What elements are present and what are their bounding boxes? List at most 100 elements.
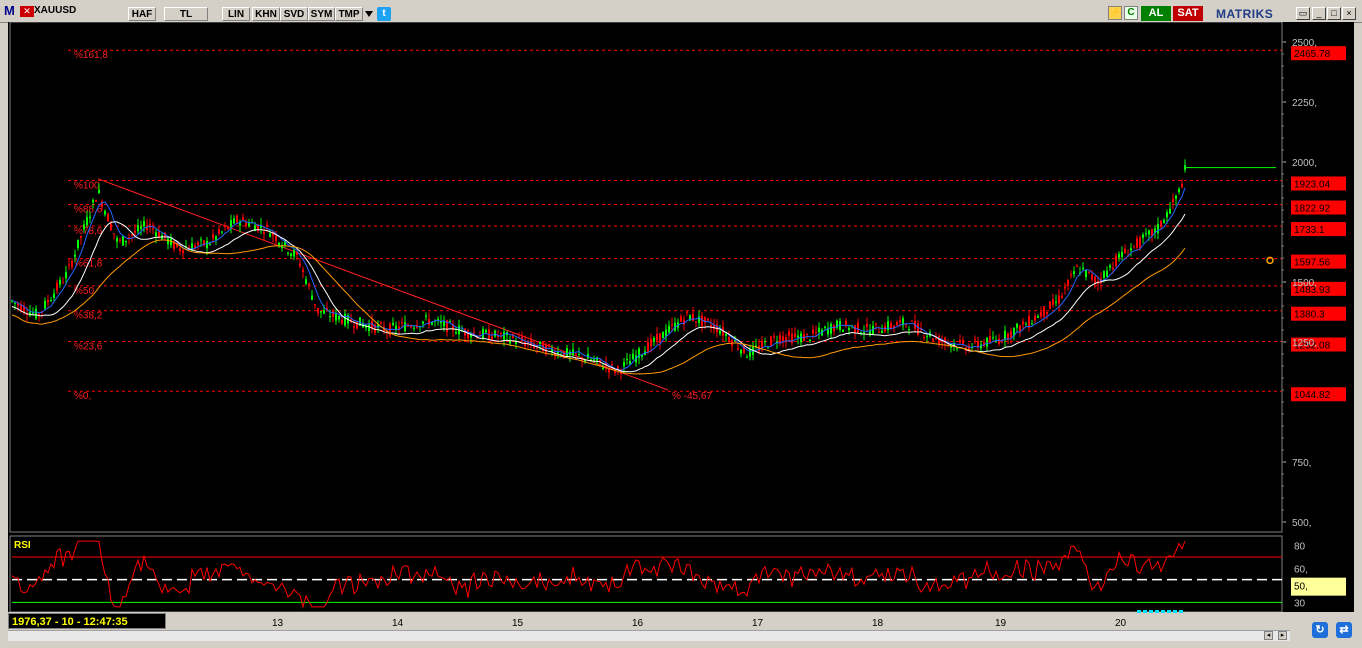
candle-body [1022, 321, 1024, 325]
candle-body [206, 241, 208, 249]
fib-level-label: %38,2 [74, 311, 103, 322]
tl-button[interactable]: TL [164, 7, 208, 21]
candle-body [212, 234, 214, 239]
candle-body [74, 254, 76, 257]
candle-body [113, 233, 115, 235]
candle-body [800, 333, 802, 343]
rsi-tick-label: 60, [1294, 564, 1308, 575]
candle-body [305, 279, 307, 284]
candle-body [425, 315, 427, 317]
candle-body [695, 321, 697, 323]
candle-body [656, 333, 658, 341]
candle-body [428, 319, 430, 325]
candle-body [485, 330, 487, 333]
candle-body [773, 336, 775, 338]
chart-area[interactable]: %161,8 2465.78 %100 1923.04 %88,6 1822.92 %78,… [8, 21, 1354, 613]
candle-body [266, 224, 268, 226]
period-haf-button[interactable]: HAF [128, 7, 156, 21]
twitter-icon[interactable]: t [377, 7, 391, 21]
sell-button[interactable]: SAT [1173, 6, 1203, 21]
price-tick-label: 2500, [1292, 38, 1317, 49]
candle-body [1118, 253, 1120, 258]
candle-body [311, 295, 313, 300]
candle-body [1076, 266, 1078, 268]
candle-body [662, 332, 664, 339]
candle-body [368, 324, 370, 332]
candle-body [92, 199, 94, 203]
candle-body [110, 223, 112, 231]
buy-button[interactable]: AL [1141, 6, 1171, 21]
fib-level-label: %0, [74, 391, 91, 402]
candle-body [1142, 234, 1144, 238]
refresh-icon[interactable]: C [1124, 6, 1138, 20]
candle-body [668, 325, 670, 333]
candle-body [353, 326, 355, 328]
candle-body [740, 349, 742, 354]
candle-body [791, 333, 793, 344]
candle-body [137, 225, 139, 232]
candle-body [296, 252, 298, 255]
maximize-icon[interactable]: □ [1327, 7, 1341, 20]
candle-body [1172, 198, 1174, 203]
candle-body [1061, 295, 1063, 299]
close-window-icon[interactable]: × [1342, 7, 1356, 20]
khn-button[interactable]: KHN [252, 7, 280, 21]
symbol-label[interactable]: XAUUSD [34, 5, 76, 16]
candle-body [62, 282, 64, 284]
window-minimize-icon[interactable]: _ [1312, 7, 1326, 20]
lin-button[interactable]: LIN [222, 7, 250, 21]
scroll-left-icon[interactable]: ◂ [1264, 631, 1273, 640]
candle-body [344, 313, 346, 326]
price-tick-label: 2000, [1292, 158, 1317, 169]
candle-body [1109, 265, 1111, 268]
candle-body [308, 283, 310, 285]
fib-price-label: 2465.78 [1294, 49, 1331, 60]
candle-body [830, 324, 832, 334]
sym-button[interactable]: SYM [308, 7, 335, 21]
price-chart[interactable]: %161,8 2465.78%100 1923.04%88,6 1822.92%78,… [8, 21, 1354, 613]
candle-body [863, 332, 865, 334]
date-tick: 13 [272, 618, 284, 629]
fib-price-label: 1380.3 [1294, 310, 1325, 321]
candle-body [1175, 195, 1177, 199]
matriks-logo-icon[interactable]: M [4, 3, 18, 18]
candle-body [473, 332, 475, 334]
candle-body [977, 341, 979, 347]
fib-price-label: 1923.04 [1294, 179, 1331, 190]
candle-body [275, 235, 277, 242]
close-symbol-icon[interactable]: ✕ [20, 6, 34, 17]
candle-body [962, 339, 964, 344]
candle-body [737, 347, 739, 350]
candle-body [209, 243, 211, 245]
scroll-right-icon[interactable]: ▸ [1278, 631, 1287, 640]
candle-body [413, 327, 415, 329]
candle-body [1106, 270, 1108, 277]
lightning-icon[interactable]: ⚡ [1108, 6, 1122, 20]
rsi-current-label: 50, [1294, 582, 1308, 593]
tmp-button[interactable]: TMP [335, 7, 363, 21]
candle-body [449, 321, 451, 323]
candle-body [647, 342, 649, 353]
candle-body [1070, 274, 1072, 276]
refresh-chart-icon[interactable]: ↻ [1312, 622, 1328, 638]
candle-body [143, 221, 145, 227]
candle-body [1160, 220, 1162, 228]
candle-body [1094, 276, 1096, 283]
candle-body [422, 321, 424, 324]
svd-button[interactable]: SVD [280, 7, 308, 21]
candle-body [1046, 312, 1048, 314]
horizontal-scrollbar[interactable] [8, 630, 1290, 641]
minimize-icon[interactable]: ▭ [1296, 7, 1310, 20]
candle-body [911, 320, 913, 322]
fit-chart-icon[interactable]: ⇄ [1336, 622, 1352, 638]
dropdown-arrow-icon[interactable] [363, 8, 375, 20]
candle-body [1148, 230, 1150, 235]
candle-body [455, 332, 457, 334]
candle-body [770, 336, 772, 346]
candle-body [320, 311, 322, 313]
candle-body [992, 337, 994, 339]
candle-body [131, 234, 133, 236]
date-tick: 18 [872, 618, 884, 629]
candle-body [1016, 323, 1018, 328]
candle-body [1091, 274, 1093, 280]
